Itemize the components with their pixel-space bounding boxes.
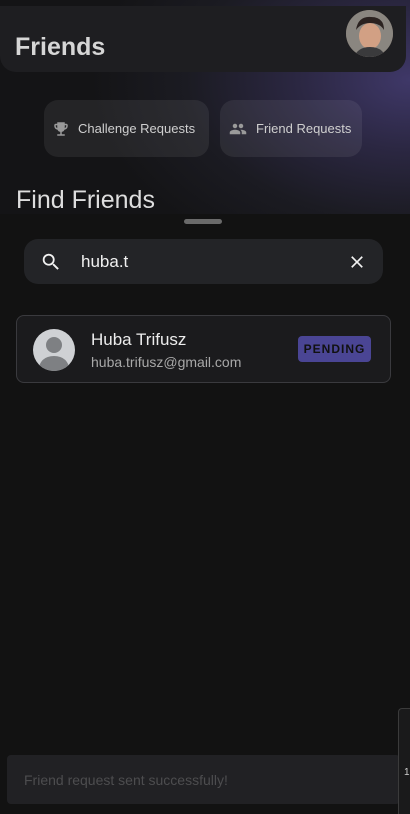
snackbar-message: Friend request sent successfully! <box>24 771 228 788</box>
close-icon[interactable] <box>347 252 367 277</box>
user-photo-icon <box>346 10 393 57</box>
edge-popup-glyph: 1 <box>404 767 410 778</box>
page-title: Friends <box>15 33 106 61</box>
result-email: huba.trifusz@gmail.com <box>91 354 242 370</box>
challenge-requests-label: Challenge Requests <box>78 121 196 136</box>
friend-requests-label: Friend Requests <box>256 121 352 136</box>
challenge-requests-button[interactable]: Challenge Requests <box>44 100 209 157</box>
find-friends-sheet: Huba Trifusz huba.trifusz@gmail.com PEND… <box>0 214 410 814</box>
drag-handle[interactable] <box>184 219 222 224</box>
search-bar <box>24 239 383 284</box>
avatar <box>33 329 75 371</box>
snackbar: Friend request sent successfully! <box>7 755 400 804</box>
find-friends-title: Find Friends <box>16 186 155 214</box>
people-icon <box>228 120 248 138</box>
friend-requests-button[interactable]: Friend Requests <box>220 100 362 157</box>
search-icon <box>40 251 62 278</box>
profile-avatar[interactable] <box>346 10 393 57</box>
trophy-icon <box>52 120 70 138</box>
result-name: Huba Trifusz <box>91 330 187 349</box>
status-badge: PENDING <box>298 336 371 362</box>
app-bar: Friends <box>0 6 406 72</box>
person-icon <box>38 337 70 371</box>
edge-popup: 1 <box>398 708 410 814</box>
search-input[interactable] <box>81 239 341 284</box>
list-item[interactable]: Huba Trifusz huba.trifusz@gmail.com PEND… <box>16 315 391 383</box>
